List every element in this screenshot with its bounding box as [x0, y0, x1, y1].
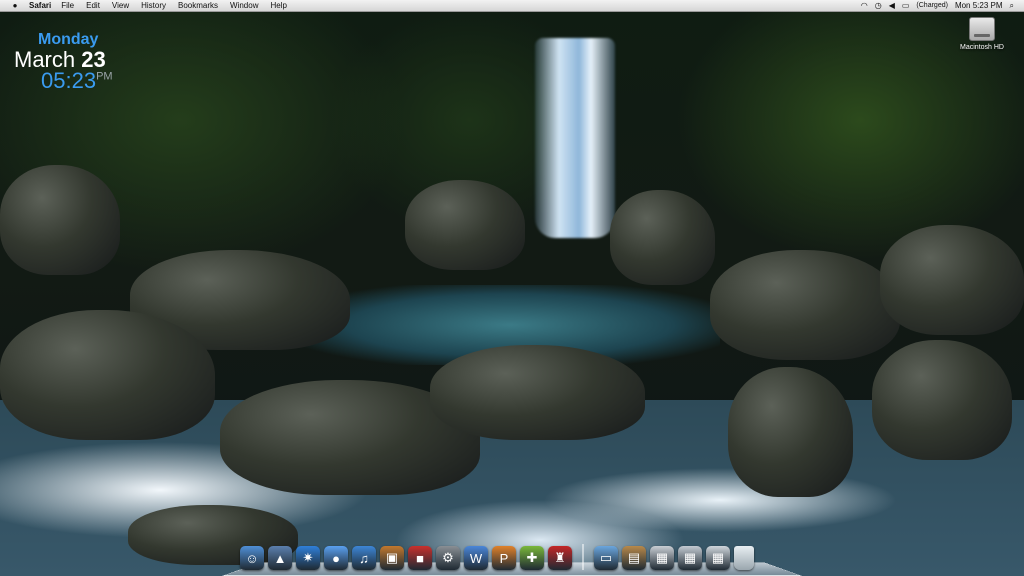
finder-icon[interactable]: ☺: [240, 546, 264, 570]
wallpaper-rock: [405, 180, 525, 270]
iphoto-icon[interactable]: ▣: [380, 546, 404, 570]
wallpaper-rock: [728, 367, 853, 497]
preview-icon[interactable]: ▲: [268, 546, 292, 570]
menu-edit[interactable]: Edit: [86, 1, 100, 10]
desktop-wallpaper: [0, 0, 1024, 576]
applications-folder-icon[interactable]: ▭: [594, 546, 618, 570]
wifi-icon[interactable]: ◠: [861, 1, 868, 10]
menu-bar: ● Safari File Edit View History Bookmark…: [0, 0, 1024, 12]
battery-status[interactable]: (Charged): [916, 2, 948, 9]
app-menu-safari[interactable]: Safari: [29, 1, 51, 10]
widget-time-value: 05:23: [41, 68, 97, 93]
wallpaper-rock: [610, 190, 715, 285]
widget-day: Monday: [38, 31, 99, 48]
menu-history[interactable]: History: [141, 1, 166, 10]
apple-icon[interactable]: ●: [8, 1, 22, 10]
wallpaper-waterfall: [535, 38, 615, 238]
word-icon[interactable]: W: [464, 546, 488, 570]
wallpaper-rock: [0, 165, 120, 275]
hard-drive-icon: [969, 17, 995, 41]
photo-booth-icon[interactable]: ■: [408, 546, 432, 570]
itunes-icon[interactable]: ♫: [352, 546, 376, 570]
menu-help[interactable]: Help: [270, 1, 286, 10]
dock: ☺ ▲ ✷ ● ♫ ▣ ■ ⚙ W P ✚ ♜ ▭ ▤ ▦ ▦ ▦: [222, 539, 802, 576]
menu-extras: ◠ ◷ ◀ ▭ (Charged) Mon 5:23 PM ⌕: [861, 1, 1014, 11]
drive-label: Macintosh HD: [960, 44, 1004, 51]
menu-file[interactable]: File: [61, 1, 74, 10]
screenshots-stack-icon[interactable]: ▦: [678, 546, 702, 570]
widget-ampm: PM: [96, 70, 113, 83]
date-widget: Monday March 23 05:23PM: [14, 32, 113, 92]
wallpaper-rock: [0, 310, 215, 440]
dock-items: ☺ ▲ ✷ ● ♫ ▣ ■ ⚙ W P ✚ ♜ ▭ ▤ ▦ ▦ ▦: [240, 544, 754, 570]
wallpaper-rock: [710, 250, 900, 360]
front-row-icon[interactable]: ♜: [548, 546, 572, 570]
ichat-icon[interactable]: ●: [324, 546, 348, 570]
wallpaper-rock: [430, 345, 645, 440]
battery-icon[interactable]: ▭: [902, 1, 910, 10]
menu-bookmarks[interactable]: Bookmarks: [178, 1, 218, 10]
powerpoint-icon[interactable]: P: [492, 546, 516, 570]
pictures-stack-icon[interactable]: ▦: [706, 546, 730, 570]
volume-icon[interactable]: ◀: [889, 1, 895, 10]
macintosh-hd-desktop-icon[interactable]: Macintosh HD: [957, 17, 1007, 51]
xbox-icon[interactable]: ✚: [520, 546, 544, 570]
wallpaper-rock: [880, 225, 1024, 335]
menu-view[interactable]: View: [112, 1, 129, 10]
downloads-stack-icon[interactable]: ▦: [650, 546, 674, 570]
time-machine-icon[interactable]: ◷: [875, 1, 882, 10]
widget-time: 05:23PM: [41, 70, 113, 92]
wallpaper-rock: [872, 340, 1012, 460]
menu-window[interactable]: Window: [230, 1, 258, 10]
dock-separator: [582, 544, 584, 570]
menubar-clock[interactable]: Mon 5:23 PM: [955, 1, 1003, 10]
documents-stack-icon[interactable]: ▤: [622, 546, 646, 570]
safari-icon[interactable]: ✷: [296, 546, 320, 570]
spotlight-icon[interactable]: ⌕: [1010, 1, 1014, 11]
system-preferences-icon[interactable]: ⚙: [436, 546, 460, 570]
trash-icon[interactable]: [734, 546, 754, 570]
